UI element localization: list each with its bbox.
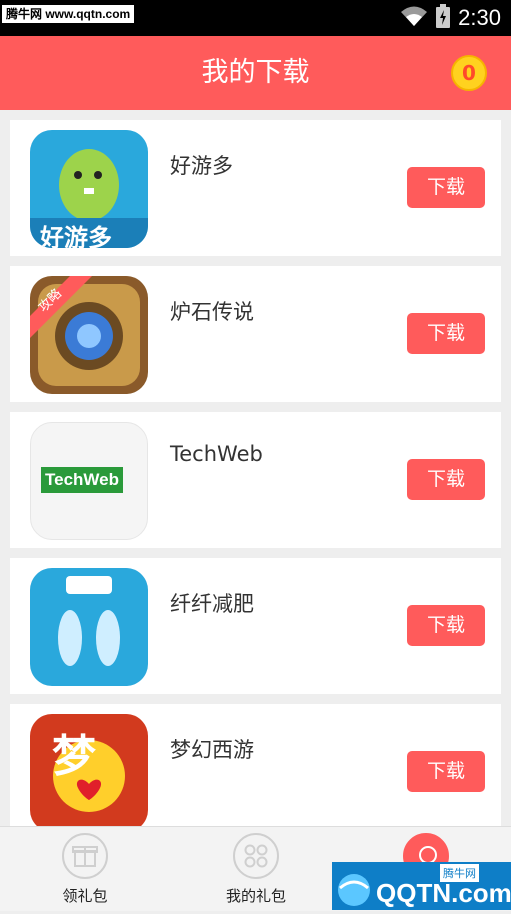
list-item: 好游多 好游多 下载	[10, 120, 501, 256]
app-name: TechWeb	[170, 442, 263, 466]
wifi-icon	[400, 5, 428, 31]
list-item: TechWeb TechWeb 下载	[10, 412, 501, 548]
clock-time: 2:30	[458, 5, 501, 30]
gift-icon	[62, 833, 108, 879]
status-icons: 2:30	[400, 0, 501, 36]
download-list: 好游多 好游多 下载 攻略 炉石传说 下载 TechWeb TechWeb 下载	[0, 110, 511, 826]
icon-caption: 好游多	[40, 224, 112, 248]
list-item: 梦 梦幻西游 下载	[10, 704, 501, 826]
icon-logo-text: TechWeb	[41, 467, 123, 493]
app-name: 梦幻西游	[170, 738, 254, 762]
download-button[interactable]: 下载	[407, 751, 485, 792]
download-button[interactable]: 下载	[407, 313, 485, 354]
coin-badge[interactable]: 0	[451, 55, 487, 91]
app-icon-techweb: TechWeb	[30, 422, 148, 540]
app-name: 纤纤减肥	[170, 592, 254, 616]
download-button[interactable]: 下载	[407, 605, 485, 646]
watermark-text: 腾牛网 www.qqtn.com	[2, 5, 135, 23]
tab-my-gifts[interactable]: 我的礼包	[186, 827, 326, 911]
tab-gift-packs[interactable]: 领礼包	[15, 827, 155, 911]
icon-glyph: 梦	[52, 731, 96, 782]
tab-label: 我的礼包	[225, 887, 286, 905]
battery-charging-icon	[436, 4, 451, 32]
list-item: 纤纤减肥 下载	[10, 558, 501, 694]
app-icon-footprints	[30, 568, 148, 686]
app-icon-menghuanxiyou: 梦	[30, 714, 148, 826]
app-bar: 我的下载 0	[0, 36, 511, 110]
watermark-logo: 腾牛网 QQTN.com	[332, 862, 511, 910]
page-title: 我的下载	[201, 57, 310, 88]
app-icon-haoyouduo: 好游多	[30, 130, 148, 248]
download-button[interactable]: 下载	[407, 459, 485, 500]
list-item: 攻略 炉石传说 下载	[10, 266, 501, 402]
app-name: 好游多	[170, 154, 233, 178]
app-name: 炉石传说	[170, 300, 254, 324]
tab-label: 领礼包	[62, 887, 108, 905]
status-bar: 腾牛网 www.qqtn.com 2:30	[0, 0, 511, 36]
grid-icon	[233, 833, 279, 879]
watermark-text-large: QQTN.com	[376, 878, 511, 908]
download-button[interactable]: 下载	[407, 167, 485, 208]
app-icon-hearthstone: 攻略	[30, 276, 148, 394]
